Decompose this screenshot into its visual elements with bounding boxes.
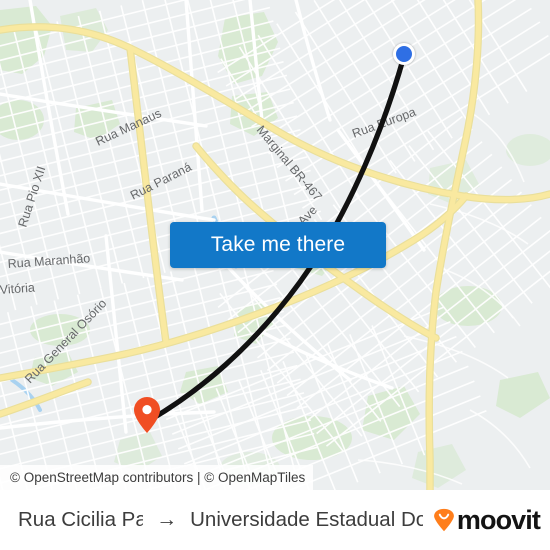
map-attribution: © OpenStreetMap contributors | © OpenMap…: [0, 465, 314, 490]
destination-marker-pin[interactable]: [133, 396, 161, 434]
trip-endpoints: Rua Cicilia Paes… → Universidade Estadua…: [18, 508, 423, 532]
take-me-there-button[interactable]: Take me there: [170, 222, 386, 268]
trip-destination-label: Universidade Estadual Do Oeste…: [190, 508, 423, 531]
moovit-wordmark: moovit: [456, 504, 541, 535]
street-label-vitoria: Vitória: [0, 281, 35, 297]
map-canvas[interactable]: Rua Manaus Rua Pio XII Rua Paraná Rua Ma…: [0, 0, 550, 490]
moovit-pin-icon: [433, 508, 454, 532]
trip-origin-label: Rua Cicilia Paes…: [18, 508, 144, 531]
moovit-logo: moovit: [433, 504, 541, 536]
map-pin-icon: [134, 397, 160, 433]
origin-marker-dot[interactable]: [393, 43, 415, 65]
moovit-trip-preview: Rua Manaus Rua Pio XII Rua Paraná Rua Ma…: [0, 0, 550, 550]
trip-arrow-icon: →: [156, 508, 178, 531]
bottom-bar: Rua Cicilia Paes… → Universidade Estadua…: [0, 490, 550, 550]
